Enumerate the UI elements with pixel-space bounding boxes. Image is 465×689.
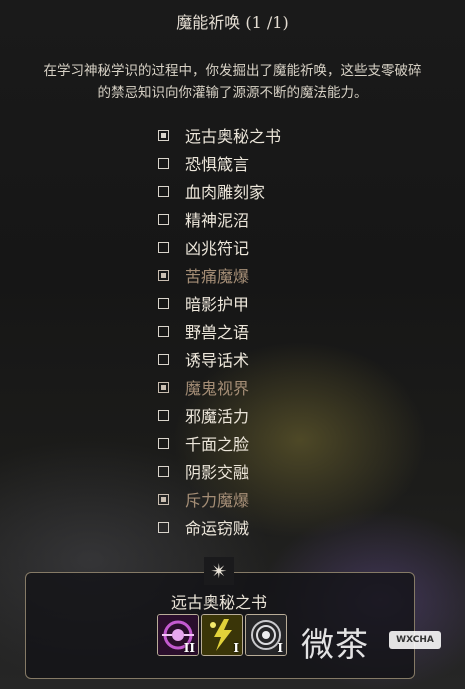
checkbox[interactable] <box>158 521 169 533</box>
invocation-label: 命运窃贼 <box>185 519 250 538</box>
description-line-2: 的禁忌知识向你灌输了源源不断的魔法能力。 <box>97 85 368 101</box>
invocation-option[interactable]: 远古奥秘之书 <box>158 121 281 149</box>
invocation-option[interactable]: 恐惧箴言 <box>158 149 281 177</box>
invocation-label: 斥力魔爆 <box>185 491 250 510</box>
invocation-label: 邪魔活力 <box>185 407 250 426</box>
checkbox[interactable] <box>158 353 169 365</box>
invocation-label: 凶兆符记 <box>185 239 250 258</box>
invocation-option[interactable]: 野兽之语 <box>158 317 281 345</box>
checkbox[interactable] <box>158 381 169 393</box>
invocation-option[interactable]: 斥力魔爆 <box>158 485 281 513</box>
invocation-list: 远古奥秘之书 恐惧箴言 血肉雕刻家 精神泥沼 凶兆符记 苦痛魔爆 暗影护甲 野兽… <box>158 121 281 541</box>
invocation-option[interactable]: 血肉雕刻家 <box>158 177 281 205</box>
invocation-label: 阴影交融 <box>185 463 250 482</box>
invocation-label: 恐惧箴言 <box>185 155 250 174</box>
spell-level: I <box>277 641 283 655</box>
checkbox[interactable] <box>158 297 169 309</box>
checkbox[interactable] <box>158 437 169 449</box>
checkbox[interactable] <box>158 493 169 505</box>
checkbox[interactable] <box>158 157 169 169</box>
invocation-option[interactable]: 诱导话术 <box>158 345 281 373</box>
spell-slot[interactable]: II <box>157 614 199 656</box>
invocation-label: 千面之脸 <box>185 435 250 454</box>
checkbox[interactable] <box>158 185 169 197</box>
checkbox[interactable] <box>158 269 169 281</box>
invocation-option[interactable]: 凶兆符记 <box>158 233 281 261</box>
invocation-option[interactable]: 命运窃贼 <box>158 513 281 541</box>
invocation-option[interactable]: 千面之脸 <box>158 429 281 457</box>
checkbox[interactable] <box>158 409 169 421</box>
detail-panel-title: 远古奥秘之书 <box>170 593 267 612</box>
invocation-option[interactable]: 魔鬼视界 <box>158 373 281 401</box>
watermark-badge: WXCHA <box>389 631 441 649</box>
checkbox[interactable] <box>158 241 169 253</box>
invocation-label: 血肉雕刻家 <box>185 183 266 202</box>
spell-slot[interactable]: I <box>245 614 287 656</box>
invocation-option[interactable]: 阴影交融 <box>158 457 281 485</box>
invocation-option[interactable]: 精神泥沼 <box>158 205 281 233</box>
invocation-option[interactable]: 邪魔活力 <box>158 401 281 429</box>
invocation-label: 苦痛魔爆 <box>185 267 250 286</box>
description: 在学习神秘学识的过程中，你发掘出了魔能祈唤，这些支零破碎 的禁忌知识向你灌输了源… <box>0 60 465 104</box>
spell-level: I <box>233 641 239 655</box>
invocation-label: 暗影护甲 <box>185 295 250 314</box>
checkbox[interactable] <box>158 325 169 337</box>
watermark-text: 微茶 <box>301 625 369 664</box>
invocation-label: 野兽之语 <box>185 323 250 342</box>
checkbox[interactable] <box>158 213 169 225</box>
spell-slot[interactable]: I <box>201 614 243 656</box>
watermark: 微茶 WXCHA <box>301 618 451 668</box>
checkbox[interactable] <box>158 465 169 477</box>
spell-level: II <box>183 641 195 655</box>
page-title: 魔能祈唤 (1 /1) <box>176 13 289 32</box>
invocation-label: 远古奥秘之书 <box>185 127 282 146</box>
invocation-option[interactable]: 暗影护甲 <box>158 289 281 317</box>
invocation-label: 精神泥沼 <box>185 211 250 230</box>
invocation-label: 魔鬼视界 <box>185 379 250 398</box>
invocation-label: 诱导话术 <box>185 351 250 370</box>
description-line-1: 在学习神秘学识的过程中，你发掘出了魔能祈唤，这些支零破碎 <box>43 63 422 79</box>
invocation-option[interactable]: 苦痛魔爆 <box>158 261 281 289</box>
sparkle-icon: ✴ <box>204 557 234 585</box>
checkbox[interactable] <box>158 129 169 141</box>
